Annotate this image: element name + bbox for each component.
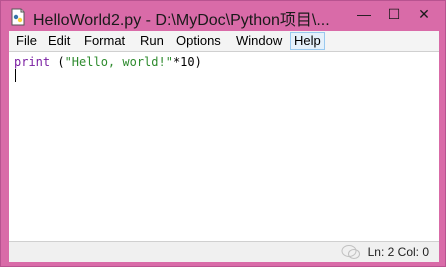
status-bar: Ln: 2 Col: 0	[9, 241, 439, 262]
code-rest: *10)	[172, 55, 202, 69]
menu-help[interactable]: Help	[290, 32, 325, 50]
code-editor[interactable]: print ("Hello, world!"*10)	[9, 51, 439, 242]
menu-run[interactable]: Run	[137, 32, 167, 50]
code-string: "Hello, world!"	[64, 55, 173, 69]
title-bar[interactable]: HelloWorld2.py - D:\MyDoc\Python项目\... —…	[1, 1, 446, 31]
text-cursor	[15, 69, 16, 82]
maximize-button[interactable]: ☐	[381, 4, 407, 24]
code-paren: (	[50, 55, 65, 69]
code-line-1: print ("Hello, world!"*10)	[14, 55, 202, 69]
menu-format[interactable]: Format	[81, 32, 128, 50]
close-button[interactable]: ✕	[411, 4, 437, 24]
wechat-logo-icon	[341, 245, 360, 259]
menu-window[interactable]: Window	[233, 32, 285, 50]
minimize-button[interactable]: —	[351, 4, 377, 24]
idle-editor-window: HelloWorld2.py - D:\MyDoc\Python项目\... —…	[0, 0, 446, 267]
menu-options[interactable]: Options	[173, 32, 224, 50]
menu-edit[interactable]: Edit	[45, 32, 73, 50]
python-file-icon	[11, 8, 25, 26]
menu-bar: File Edit Format Run Options Window Help	[9, 31, 439, 51]
window-title: HelloWorld2.py - D:\MyDoc\Python项目\...	[33, 12, 330, 29]
cursor-position: Ln: 2 Col: 0	[367, 245, 429, 259]
code-keyword: print	[14, 55, 51, 69]
menu-file[interactable]: File	[13, 32, 40, 50]
